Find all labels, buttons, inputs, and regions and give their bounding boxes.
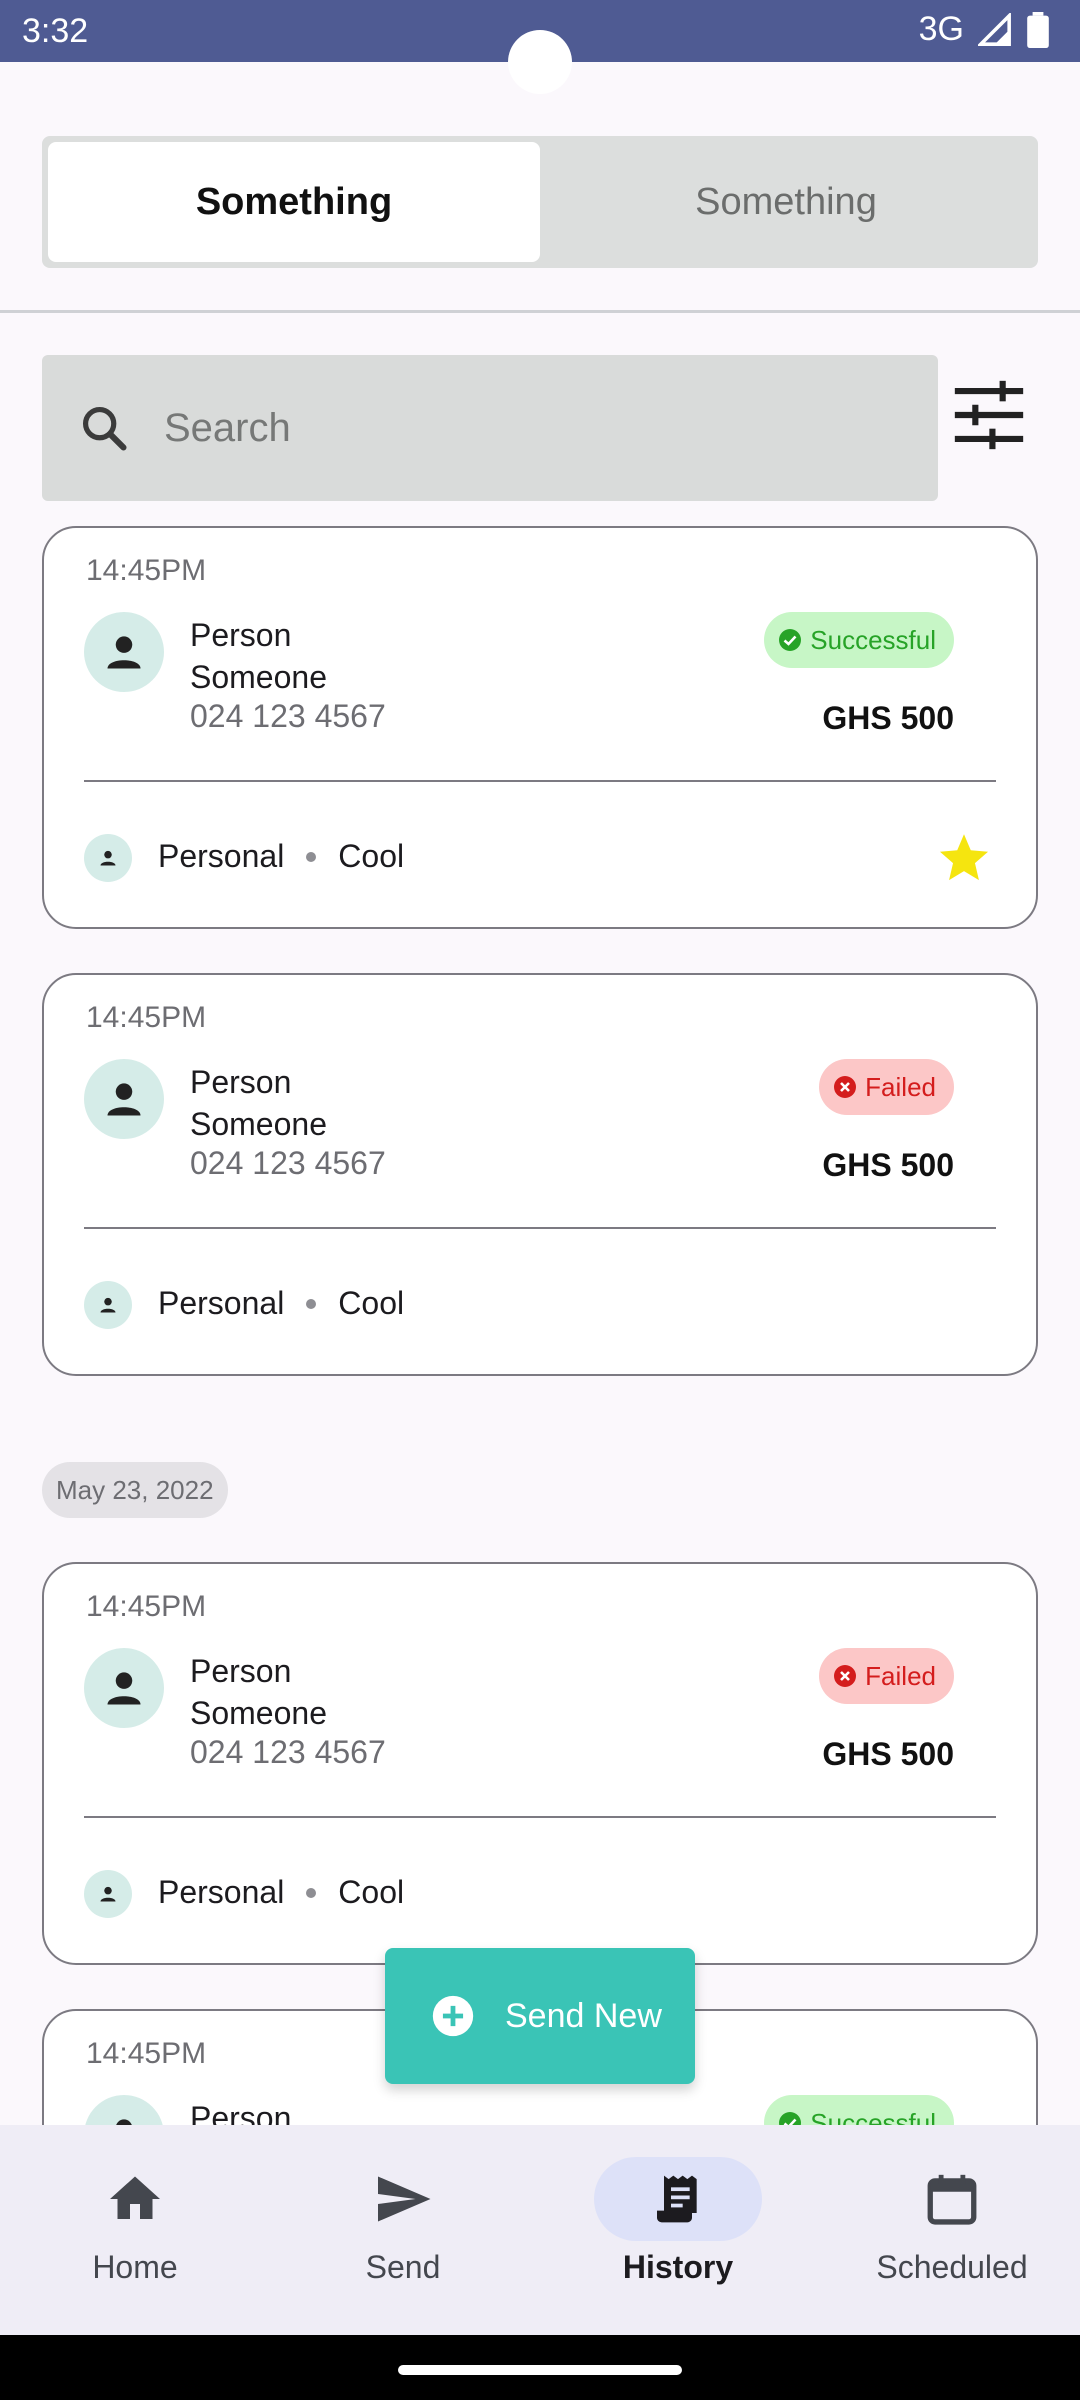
tag-label: Cool bbox=[338, 838, 405, 874]
contact-last-name: Someone bbox=[190, 659, 327, 695]
nav-indicator bbox=[594, 2157, 762, 2241]
category-avatar bbox=[84, 1870, 132, 1918]
nav-label: Scheduled bbox=[876, 2249, 1028, 2285]
gesture-bar bbox=[0, 2335, 1080, 2400]
nav-item-scheduled[interactable]: Scheduled bbox=[817, 2125, 1080, 2335]
error-circle-icon bbox=[834, 1076, 857, 1098]
send-icon bbox=[378, 2176, 431, 2222]
category-label: Personal bbox=[158, 1285, 285, 1321]
contact-first-name: Person bbox=[190, 1653, 292, 1689]
separator-dot bbox=[306, 1298, 317, 1309]
error-circle-icon bbox=[834, 1665, 857, 1687]
person-icon bbox=[107, 1083, 141, 1116]
nav-item-send[interactable]: Send bbox=[268, 2125, 538, 2335]
tag-label: Cool bbox=[338, 1874, 405, 1910]
contact-phone: 024 123 4567 bbox=[190, 698, 386, 734]
transaction-time: 14:45PM bbox=[86, 1001, 207, 1034]
person-icon bbox=[100, 1886, 116, 1902]
tab-something-active[interactable]: Something bbox=[48, 142, 540, 262]
camera-cutout bbox=[508, 30, 572, 94]
nav-label: Home bbox=[92, 2249, 178, 2285]
star-icon[interactable] bbox=[936, 830, 992, 886]
contact-phone: 024 123 4567 bbox=[190, 1734, 386, 1770]
transaction-amount: GHS 500 bbox=[822, 1736, 954, 1772]
tag-label: Cool bbox=[338, 1285, 405, 1321]
receipt-icon bbox=[657, 2175, 697, 2223]
category-avatar bbox=[84, 834, 132, 882]
add-circle-icon bbox=[432, 1995, 474, 2037]
person-icon bbox=[107, 1672, 141, 1705]
card-divider bbox=[84, 1816, 996, 1818]
status-badge: Successful bbox=[764, 612, 954, 668]
nav-label: History bbox=[622, 2249, 734, 2285]
battery-icon bbox=[1027, 11, 1049, 48]
separator-dot bbox=[306, 1887, 317, 1898]
avatar bbox=[84, 612, 164, 692]
status-badge: Failed bbox=[819, 1059, 954, 1115]
status-icons: 3G bbox=[919, 10, 1050, 49]
send-new-button[interactable]: Send New bbox=[385, 1948, 695, 2084]
status-badge: Failed bbox=[819, 1648, 954, 1704]
header-divider bbox=[0, 310, 1080, 313]
status-text: Failed bbox=[865, 1660, 936, 1691]
contact-name: Person Someone bbox=[190, 1650, 327, 1734]
category-row: Personal Cool bbox=[158, 1285, 404, 1322]
contact-name: Person Someone bbox=[190, 614, 327, 698]
network-type: 3G bbox=[918, 10, 964, 48]
category-label: Personal bbox=[158, 1874, 285, 1910]
nav-indicator bbox=[868, 2157, 1036, 2241]
transaction-card[interactable]: 14:45PM Person Someone 024 123 4567 Succ… bbox=[42, 526, 1038, 929]
search-icon bbox=[82, 406, 127, 451]
person-icon bbox=[100, 1297, 116, 1313]
nav-label: Send bbox=[365, 2249, 441, 2285]
bottom-navigation: Home Send History Scheduled bbox=[0, 2125, 1080, 2335]
avatar bbox=[84, 1648, 164, 1728]
transaction-time: 14:45PM bbox=[86, 2037, 207, 2070]
search-input[interactable] bbox=[164, 405, 864, 451]
calendar-icon bbox=[927, 2174, 977, 2225]
nav-indicator bbox=[319, 2157, 487, 2241]
card-divider bbox=[84, 780, 996, 782]
transaction-card[interactable]: 14:45PM Person Someone 024 123 4567 Fail… bbox=[42, 973, 1038, 1376]
category-row: Personal Cool bbox=[158, 1874, 404, 1911]
transaction-card[interactable]: 14:45PM Person Someone 024 123 4567 Fail… bbox=[42, 1562, 1038, 1965]
contact-name: Person Someone bbox=[190, 1061, 327, 1145]
transaction-amount: GHS 500 bbox=[822, 700, 954, 736]
status-time: 3:32 bbox=[22, 12, 89, 50]
transaction-time: 14:45PM bbox=[86, 1590, 207, 1623]
contact-last-name: Someone bbox=[190, 1695, 327, 1731]
contact-last-name: Someone bbox=[190, 1106, 327, 1142]
search-bar[interactable] bbox=[42, 355, 938, 501]
transaction-time: 14:45PM bbox=[86, 554, 207, 587]
category-label: Personal bbox=[158, 838, 285, 874]
card-divider bbox=[84, 1227, 996, 1229]
transaction-amount: GHS 500 bbox=[822, 1147, 954, 1183]
avatar bbox=[84, 1059, 164, 1139]
contact-phone: 024 123 4567 bbox=[190, 1145, 386, 1181]
separator-dot bbox=[306, 851, 317, 862]
send-new-label: Send New bbox=[505, 1996, 662, 2035]
category-avatar bbox=[84, 1281, 132, 1329]
category-row: Personal Cool bbox=[158, 838, 404, 875]
nav-item-history[interactable]: History bbox=[543, 2125, 813, 2335]
nav-indicator bbox=[51, 2157, 219, 2241]
person-icon bbox=[107, 636, 141, 669]
nav-item-home[interactable]: Home bbox=[0, 2125, 270, 2335]
status-text: Failed bbox=[865, 1071, 936, 1102]
tab-something-inactive[interactable]: Something bbox=[540, 142, 1032, 262]
tune-icon bbox=[954, 380, 1024, 450]
signal-icon bbox=[978, 12, 1011, 46]
filter-button[interactable] bbox=[948, 374, 1030, 456]
contact-first-name: Person bbox=[190, 617, 292, 653]
home-icon bbox=[110, 2176, 160, 2219]
status-text: Successful bbox=[810, 624, 936, 655]
date-separator: May 23, 2022 bbox=[42, 1462, 228, 1518]
home-gesture-handle[interactable] bbox=[398, 2365, 682, 2375]
check-circle-icon bbox=[779, 629, 802, 651]
segmented-tabs: Something Something bbox=[42, 136, 1038, 268]
person-icon bbox=[100, 850, 116, 866]
contact-first-name: Person bbox=[190, 1064, 292, 1100]
